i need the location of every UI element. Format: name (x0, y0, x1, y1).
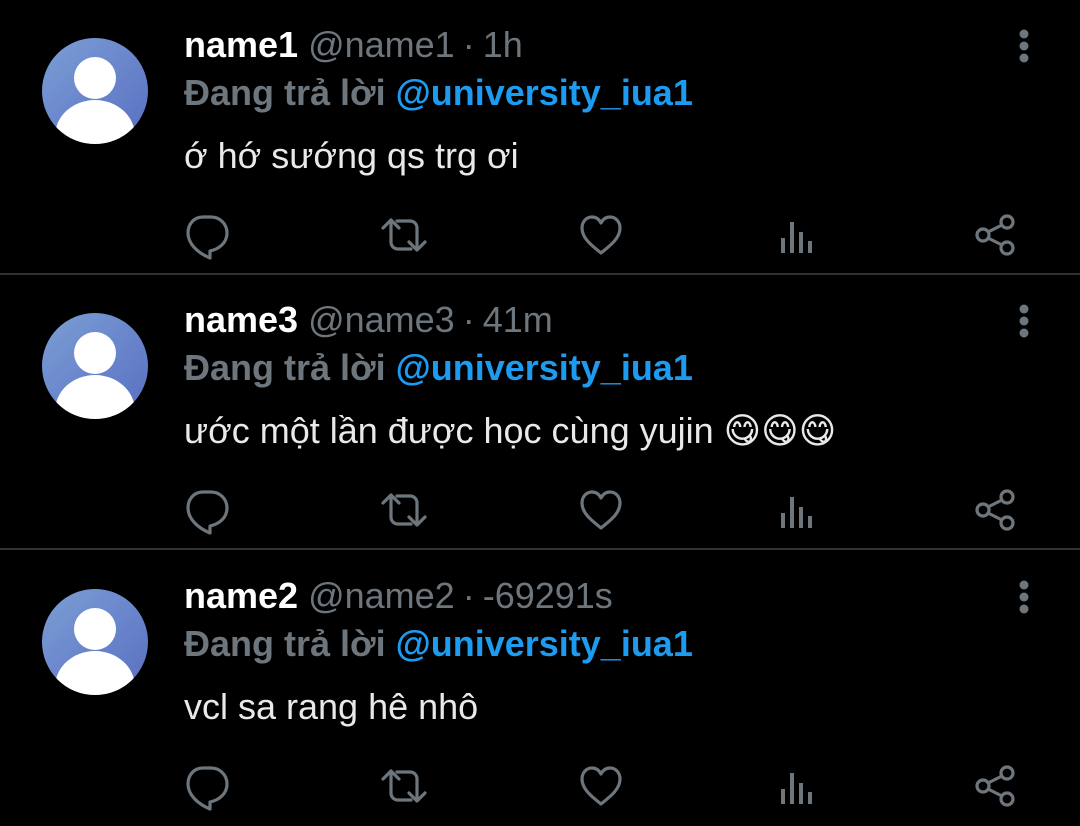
like-icon (580, 766, 622, 806)
like-button[interactable] (574, 759, 628, 813)
tweet-actions (0, 483, 1080, 537)
tweet-actions (0, 208, 1080, 262)
retweet-button[interactable] (377, 208, 431, 262)
like-icon (580, 215, 622, 255)
avatar[interactable] (42, 38, 148, 144)
replying-to-handle[interactable]: @university_iua1 (396, 623, 693, 664)
views-icon (781, 773, 812, 804)
share-button[interactable] (968, 208, 1022, 262)
separator-dot: · (462, 299, 475, 340)
like-icon (580, 490, 622, 530)
share-button[interactable] (968, 759, 1022, 813)
views-button[interactable] (770, 208, 824, 262)
like-button[interactable] (574, 208, 628, 262)
replying-to: Đang trả lời @university_iua1 (184, 345, 693, 391)
reply-button[interactable] (180, 759, 234, 813)
replying-to-label: Đang trả lời (184, 72, 386, 113)
timestamp[interactable]: 41m (483, 299, 553, 340)
more-options-button[interactable] (1006, 301, 1042, 341)
replying-to-handle[interactable]: @university_iua1 (396, 72, 693, 113)
timestamp[interactable]: 1h (483, 24, 523, 65)
replying-to-label: Đang trả lời (184, 623, 386, 664)
default-profile-icon (55, 608, 135, 695)
retweet-button[interactable] (377, 759, 431, 813)
tweet-reply[interactable]: name2 @name2 · -69291s Đang trả lời @univers… (0, 551, 1080, 825)
reply-icon (186, 766, 229, 811)
replying-to-label: Đang trả lời (184, 347, 386, 388)
retweet-icon (381, 493, 427, 527)
more-options-button[interactable] (1006, 26, 1042, 66)
default-profile-icon (55, 332, 135, 419)
tweet-header: name3 @name3 · 41m (184, 297, 553, 343)
avatar[interactable] (42, 313, 148, 419)
reply-icon (186, 215, 229, 260)
retweet-button[interactable] (377, 483, 431, 537)
tweet-text: ớ hớ sướng qs trg ơi (184, 135, 519, 176)
reply-feed: name1 @name1 · 1h Đang trả lời @university_i… (0, 0, 1080, 826)
user-handle[interactable]: @name1 (308, 24, 455, 65)
views-button[interactable] (770, 483, 824, 537)
share-icon (975, 214, 1015, 256)
replying-to-handle[interactable]: @university_iua1 (396, 347, 693, 388)
share-button[interactable] (968, 483, 1022, 537)
retweet-icon (381, 218, 427, 252)
divider (0, 548, 1080, 550)
display-name[interactable]: name1 (184, 24, 298, 65)
separator-dot: · (462, 24, 475, 65)
reply-icon (186, 490, 229, 535)
timestamp[interactable]: -69291s (483, 575, 613, 616)
more-options-button[interactable] (1006, 577, 1042, 617)
tweet-text: ước một lần được học cùng yujin 😋😋😋 (184, 410, 837, 451)
replying-to: Đang trả lời @university_iua1 (184, 70, 693, 116)
avatar[interactable] (42, 589, 148, 695)
user-handle[interactable]: @name3 (308, 299, 455, 340)
tweet-header: name1 @name1 · 1h (184, 22, 523, 68)
views-icon (781, 222, 812, 253)
tweet-actions (0, 759, 1080, 813)
display-name[interactable]: name2 (184, 575, 298, 616)
more-vertical-icon (1019, 304, 1029, 338)
more-vertical-icon (1019, 580, 1029, 614)
share-icon (975, 489, 1015, 531)
share-icon (975, 765, 1015, 807)
like-button[interactable] (574, 483, 628, 537)
user-handle[interactable]: @name2 (308, 575, 455, 616)
more-vertical-icon (1019, 29, 1029, 63)
tweet-header: name2 @name2 · -69291s (184, 573, 613, 619)
default-profile-icon (55, 57, 135, 144)
views-icon (781, 497, 812, 528)
replying-to: Đang trả lời @university_iua1 (184, 621, 693, 667)
tweet-reply[interactable]: name3 @name3 · 41m Đang trả lời @university_… (0, 275, 1080, 549)
reply-button[interactable] (180, 483, 234, 537)
tweet-reply[interactable]: name1 @name1 · 1h Đang trả lời @university_i… (0, 0, 1080, 274)
views-button[interactable] (770, 759, 824, 813)
retweet-icon (381, 769, 427, 803)
display-name[interactable]: name3 (184, 299, 298, 340)
reply-button[interactable] (180, 208, 234, 262)
tweet-text: vcl sa rang hê nhô (184, 686, 479, 727)
separator-dot: · (462, 575, 475, 616)
